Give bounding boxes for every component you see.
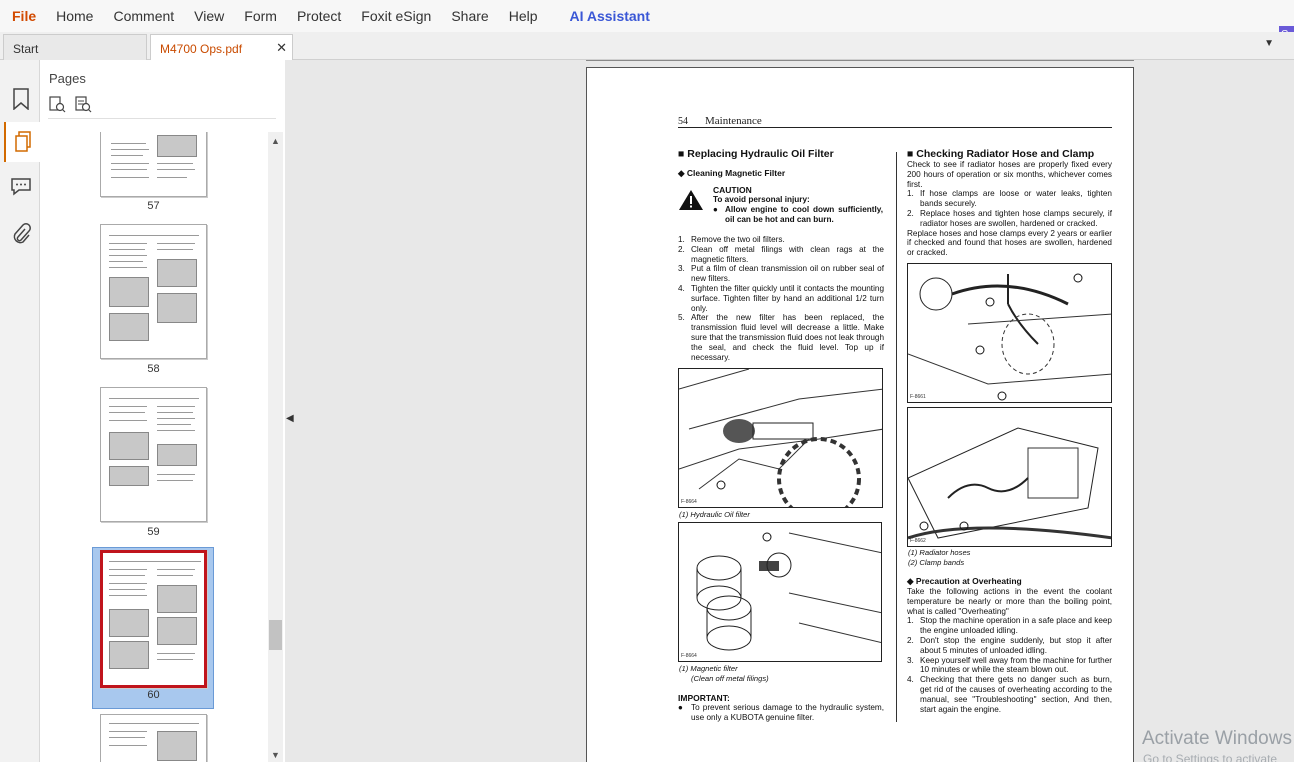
right-intro: Check to see if radiator hoses are prope… <box>907 160 1112 189</box>
radiator-hose-figure-2: F-8662 <box>907 407 1112 547</box>
figure-id-4: F-8662 <box>910 538 926 544</box>
overheat-block: ◆ Precaution at Overheating Take the fol… <box>907 576 1112 714</box>
overheat-step-2: 2. Don't stop the engine suddenly, but st… <box>907 635 1112 655</box>
panel-divider <box>48 118 276 119</box>
right-step-2: 2. Replace hoses and tighten hose clamps … <box>907 208 1112 228</box>
activation-watermark: Activate Windows <box>1142 728 1292 749</box>
left-column: ■ Replacing Hydraulic Oil Filter ◆ Clean… <box>678 148 884 362</box>
page-number: 54 <box>678 116 688 127</box>
right-column: ■ Checking Radiator Hose and Clamp Check… <box>907 148 1112 258</box>
chevron-down-icon[interactable]: ▼ <box>1264 38 1274 49</box>
tab-document[interactable]: M4700 Ops.pdf ✕ <box>150 34 293 60</box>
menu-view[interactable]: View <box>194 8 224 24</box>
close-icon[interactable]: ✕ <box>276 40 287 56</box>
right-replace-text: Replace hoses and hose clamps every 2 ye… <box>907 228 1112 258</box>
scroll-down-icon[interactable]: ▼ <box>271 750 280 760</box>
page-thumbnail-60[interactable] <box>100 550 207 688</box>
overheat-heading: ◆ Precaution at Overheating <box>907 576 1022 586</box>
column-divider <box>896 152 897 722</box>
tab-start[interactable]: Start <box>3 34 147 60</box>
left-heading: ■ Replacing Hydraulic Oil Filter <box>678 148 834 160</box>
left-step-4: 4. Tighten the filter quickly until it co… <box>678 283 884 313</box>
attachment-icon[interactable] <box>8 221 34 247</box>
right-figure-captions: (1) Radiator hoses (2) Clamp bands <box>908 548 971 567</box>
figure-id-3: F-8661 <box>910 394 926 400</box>
menu-foxit-esign[interactable]: Foxit eSign <box>361 8 431 24</box>
overheat-intro: Take the following actions in the event … <box>907 587 1112 616</box>
magnetic-filter-figure: F-8664 <box>678 522 882 662</box>
bookmark-icon[interactable] <box>8 86 34 112</box>
page-thumbnail-58[interactable] <box>100 224 207 359</box>
important-text: ● To prevent serious damage to the hydrau… <box>678 703 884 722</box>
caution-title: CAUTION <box>713 185 752 195</box>
collapse-panel-icon[interactable]: ◀ <box>286 413 294 424</box>
pages-icon[interactable] <box>4 122 40 162</box>
panel-title: Pages <box>49 71 86 86</box>
left-subheading: ◆ Cleaning Magnetic Filter <box>678 168 786 178</box>
zoom-thumbnail-icon[interactable] <box>74 95 92 118</box>
overheat-step-4: 4. Checking that there gets no danger suc… <box>907 675 1112 714</box>
page-thumbnail-61[interactable] <box>100 714 207 762</box>
left-step-2: 2. Clean off metal filings with clean rag… <box>678 244 884 264</box>
document-view: 54 Maintenance ■ Replacing Hydraulic Oil… <box>296 60 1294 762</box>
warning-icon <box>679 190 703 210</box>
overheat-step-3: 3. Keep yourself well away from the machi… <box>907 655 1112 675</box>
caution-intro: To avoid personal injury: <box>713 195 810 204</box>
figure-id-1: F-8664 <box>681 499 697 505</box>
thumbnail-label-60: 60 <box>147 689 160 701</box>
left-step-1: 1. Remove the two oil filters. <box>678 235 785 244</box>
tab-bar: Start M4700 Ops.pdf ✕ <box>0 32 1294 60</box>
hydraulic-oil-filter-figure: F-8664 <box>678 368 883 508</box>
menu-form[interactable]: Form <box>244 8 277 24</box>
thumbnail-list: 57 58 59 60 <box>40 132 285 762</box>
page-thumbnail-59[interactable] <box>100 387 207 522</box>
overheat-step-1: 1. Stop the machine operation in a safe p… <box>907 616 1112 636</box>
figure-caption-2: (1) Magnetic filter (Clean off metal fil… <box>679 664 769 683</box>
menu-home[interactable]: Home <box>56 8 93 24</box>
scroll-up-icon[interactable]: ▲ <box>271 136 280 146</box>
panel-toolbar <box>48 95 92 118</box>
pages-panel: Pages 57 58 59 60 <box>40 60 285 762</box>
left-steps: 1. Remove the two oil filters. 2. Clean of… <box>678 235 884 362</box>
thumbnail-label-57: 57 <box>147 200 160 212</box>
thumbnail-label-58: 58 <box>147 363 160 375</box>
right-step-1: 1. If hose clamps are loose or water leak… <box>907 189 1112 209</box>
figure-caption-1: (1) Hydraulic Oil filter <box>679 510 750 519</box>
menu-ai-assistant[interactable]: AI Assistant <box>570 8 650 24</box>
right-heading: ■ Checking Radiator Hose and Clamp <box>907 148 1095 160</box>
thumbnail-label-59: 59 <box>147 526 160 538</box>
menu-comment[interactable]: Comment <box>113 8 174 24</box>
pdf-page: 54 Maintenance ■ Replacing Hydraulic Oil… <box>586 67 1134 762</box>
menu-help[interactable]: Help <box>509 8 538 24</box>
page-options-icon[interactable] <box>48 95 66 118</box>
menu-file[interactable]: File <box>12 8 36 24</box>
previous-page-edge <box>586 60 1134 61</box>
radiator-hose-figure-1: F-8661 <box>907 263 1112 403</box>
tab-document-label: M4700 Ops.pdf <box>160 42 243 56</box>
panel-scrollbar[interactable]: ▲ ▼ <box>268 132 283 762</box>
figure-id-2: F-8664 <box>681 653 697 659</box>
left-step-5: 5. After the new filter has been replaced… <box>678 313 884 362</box>
left-step-3: 3. Put a film of clean transmission oil o… <box>678 264 884 284</box>
menu-bar: File Home Comment View Form Protect Foxi… <box>0 0 1294 32</box>
important-block: IMPORTANT: ● To prevent serious damage to… <box>678 693 884 723</box>
side-rail <box>0 60 40 762</box>
caution-bullet: ● Allow engine to cool down sufficiently,… <box>713 204 883 224</box>
menu-share[interactable]: Share <box>451 8 488 24</box>
comment-icon[interactable] <box>8 173 34 199</box>
caution-block: CAUTION To avoid personal injury: ● Allow… <box>678 185 884 231</box>
activation-watermark-sub: Go to Settings to activate <box>1143 752 1278 762</box>
page-header: 54 Maintenance <box>678 115 1112 128</box>
important-title: IMPORTANT: <box>678 693 730 703</box>
scrollbar-thumb[interactable] <box>269 620 282 650</box>
menu-protect[interactable]: Protect <box>297 8 341 24</box>
section-title: Maintenance <box>705 115 762 127</box>
page-thumbnail-57[interactable] <box>100 132 207 197</box>
